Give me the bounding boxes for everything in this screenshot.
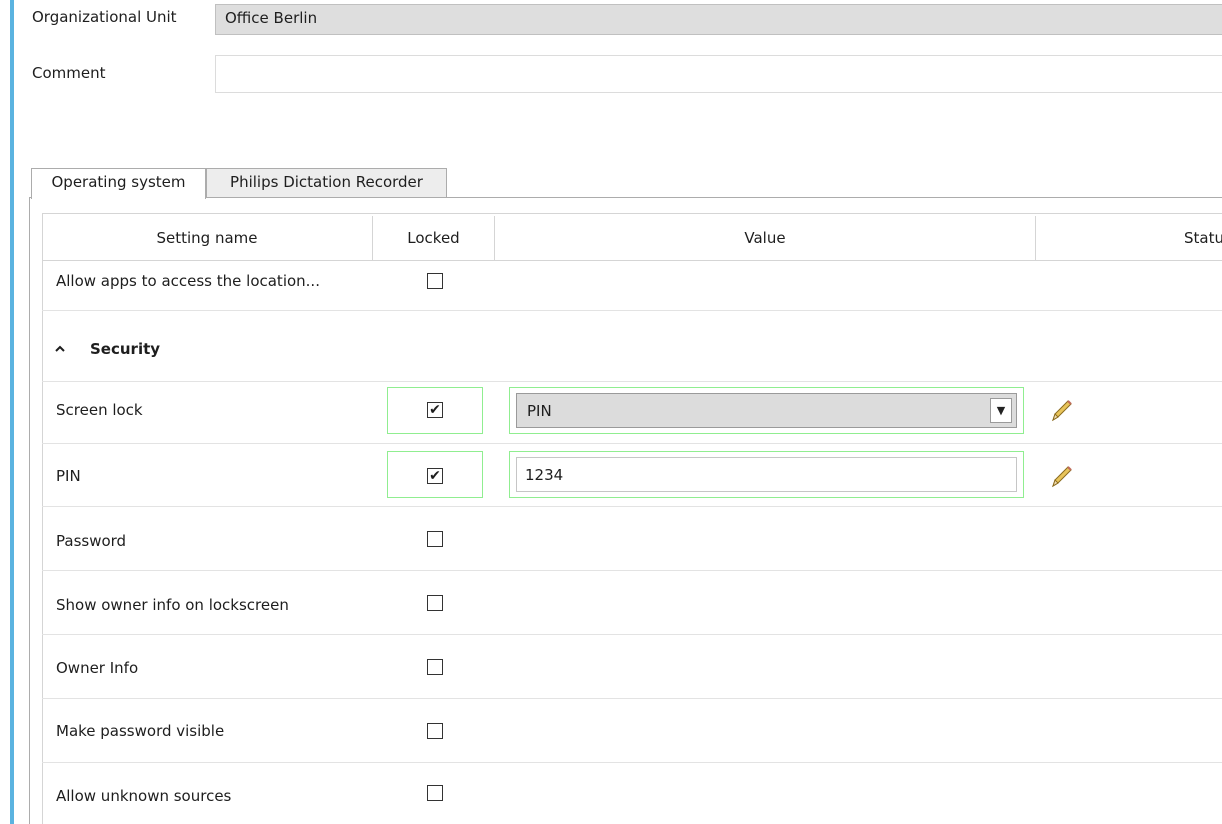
setting-name: PIN	[56, 467, 81, 485]
tab-operating-system[interactable]: Operating system	[31, 168, 206, 199]
setting-name: Allow apps to access the location...	[56, 272, 320, 290]
pin-input[interactable]: 1234	[516, 457, 1017, 492]
organizational-unit-field[interactable]: Office Berlin	[215, 4, 1222, 35]
chevron-down-icon[interactable]: ▼	[990, 398, 1012, 423]
column-header-value[interactable]: Value	[495, 216, 1036, 261]
locked-checkbox[interactable]	[427, 785, 443, 801]
left-accent-bar	[10, 0, 14, 824]
table-row: Make password visible	[42, 699, 1222, 763]
table-row: PIN ✔ 1234	[42, 444, 1222, 507]
value-cell-highlight: 1234	[509, 451, 1024, 498]
grid-header: Setting name Locked Value Status	[42, 216, 1222, 261]
locked-checkbox[interactable]	[427, 723, 443, 739]
organizational-unit-label: Organizational Unit	[32, 8, 177, 26]
value-cell-highlight: PIN ▼	[509, 387, 1024, 434]
screen-lock-select[interactable]: PIN ▼	[516, 393, 1017, 428]
pencil-icon[interactable]	[1046, 396, 1076, 426]
table-row: Screen lock ✔ PIN ▼	[42, 382, 1222, 444]
pin-value: 1234	[525, 466, 564, 484]
locked-checkbox[interactable]: ✔	[427, 468, 443, 484]
table-row: Allow unknown sources	[42, 763, 1222, 824]
column-header-setting-name[interactable]: Setting name	[42, 216, 373, 261]
group-label: Security	[90, 340, 161, 358]
row-divider	[42, 310, 1222, 311]
comment-input[interactable]	[215, 55, 1222, 93]
chevron-up-icon[interactable]	[54, 343, 66, 355]
setting-name: Make password visible	[56, 722, 225, 740]
organizational-unit-value: Office Berlin	[225, 9, 318, 27]
table-row: Password	[42, 507, 1222, 571]
setting-name: Show owner info on lockscreen	[56, 596, 289, 614]
setting-name: Screen lock	[56, 401, 143, 419]
table-row: Show owner info on lockscreen	[42, 571, 1222, 635]
locked-checkbox[interactable]	[427, 595, 443, 611]
locked-checkbox[interactable]: ✔	[427, 402, 443, 418]
setting-name: Allow unknown sources	[56, 787, 232, 805]
table-row: Owner Info	[42, 635, 1222, 699]
group-header-security[interactable]: Security	[42, 315, 1222, 382]
locked-checkbox[interactable]	[427, 273, 443, 289]
locked-checkbox[interactable]	[427, 659, 443, 675]
column-header-status[interactable]: Status	[1036, 216, 1222, 261]
setting-name: Owner Info	[56, 659, 139, 677]
pencil-icon[interactable]	[1046, 462, 1076, 492]
select-value: PIN	[527, 402, 552, 420]
locked-checkbox[interactable]	[427, 531, 443, 547]
setting-name: Password	[56, 532, 127, 550]
comment-label: Comment	[32, 64, 106, 82]
table-row: Allow apps to access the location...	[42, 261, 1222, 311]
column-header-locked[interactable]: Locked	[373, 216, 495, 261]
tab-philips-dictation-recorder[interactable]: Philips Dictation Recorder	[206, 168, 447, 198]
